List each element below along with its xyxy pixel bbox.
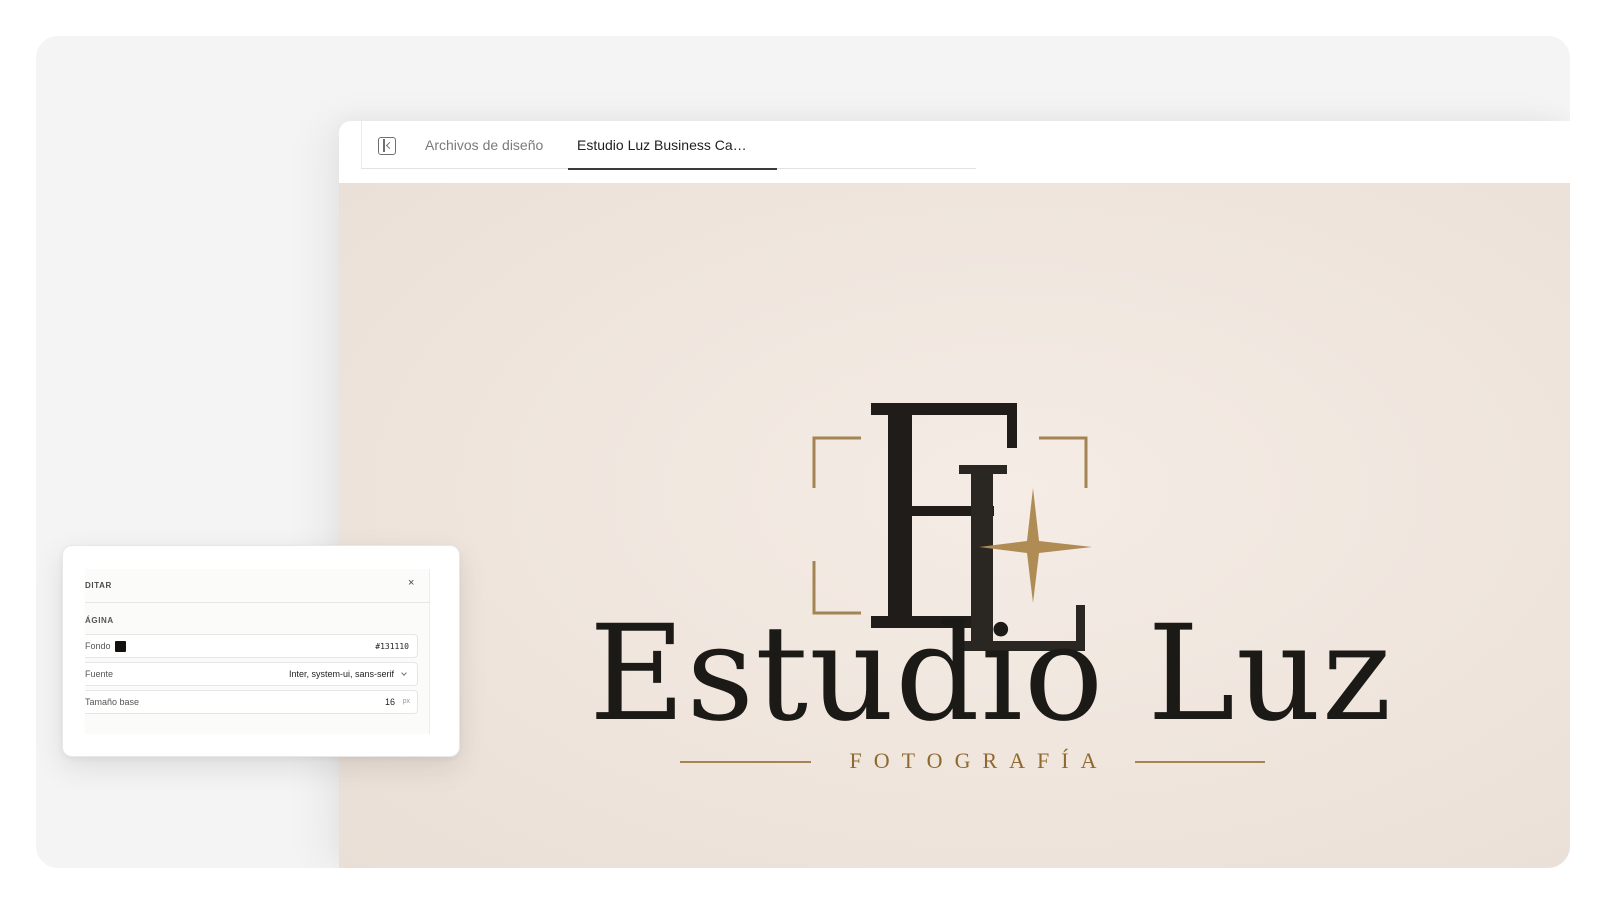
tagline-rule-right — [1135, 761, 1265, 763]
background-field[interactable]: Fondo #131110 — [85, 634, 418, 658]
unit-label: px — [402, 698, 410, 705]
base-size-input[interactable]: 16 — [385, 697, 395, 707]
chevron-down-icon[interactable] — [401, 670, 407, 676]
sparkle-star — [979, 488, 1092, 603]
wordmark-text: Estudio Luz — [589, 597, 1393, 751]
tab-strip: Archivos de diseño Estudio Luz Business … — [361, 121, 976, 170]
font-field[interactable]: Fuente Inter, system-ui, sans-serif — [85, 662, 418, 686]
design-canvas[interactable]: Estudio Luz FOTOGRAFÍA — [339, 183, 1570, 868]
edit-panel: DITAR × ÁGINA Fondo #131110 Fuente Inter… — [85, 569, 430, 734]
tagline-rule-left — [680, 761, 811, 763]
edit-panel-card: DITAR × ÁGINA Fondo #131110 Fuente Inter… — [62, 545, 460, 757]
outer-frame: Archivos de diseño Estudio Luz Business … — [36, 36, 1570, 868]
bracket-top-right — [1039, 436, 1088, 488]
panel-divider — [85, 602, 429, 603]
base-size-label: Tamaño base — [85, 697, 140, 707]
font-select-value[interactable]: Inter, system-ui, sans-serif — [289, 669, 394, 679]
font-label: Fuente — [85, 669, 114, 679]
bracket-top-left — [812, 436, 861, 488]
panel-title: DITAR — [85, 581, 112, 590]
color-swatch[interactable] — [115, 641, 126, 652]
design-editor-window: Archivos de diseño Estudio Luz Business … — [339, 121, 1570, 868]
tab-business-card[interactable]: Estudio Luz Business Ca… — [568, 121, 778, 170]
sidebar-toggle-icon[interactable] — [378, 137, 396, 155]
base-size-field[interactable]: Tamaño base 16 px — [85, 690, 418, 714]
close-icon[interactable]: × — [408, 577, 414, 589]
tagline-text: FOTOGRAFÍA — [849, 748, 1109, 773]
background-label: Fondo — [85, 641, 111, 651]
monogram-e — [871, 403, 1017, 628]
tab-bar: Archivos de diseño Estudio Luz Business … — [339, 121, 1570, 183]
background-value[interactable]: #131110 — [375, 642, 409, 651]
tab-design-files[interactable]: Archivos de diseño — [425, 121, 543, 169]
section-label: ÁGINA — [85, 616, 114, 625]
